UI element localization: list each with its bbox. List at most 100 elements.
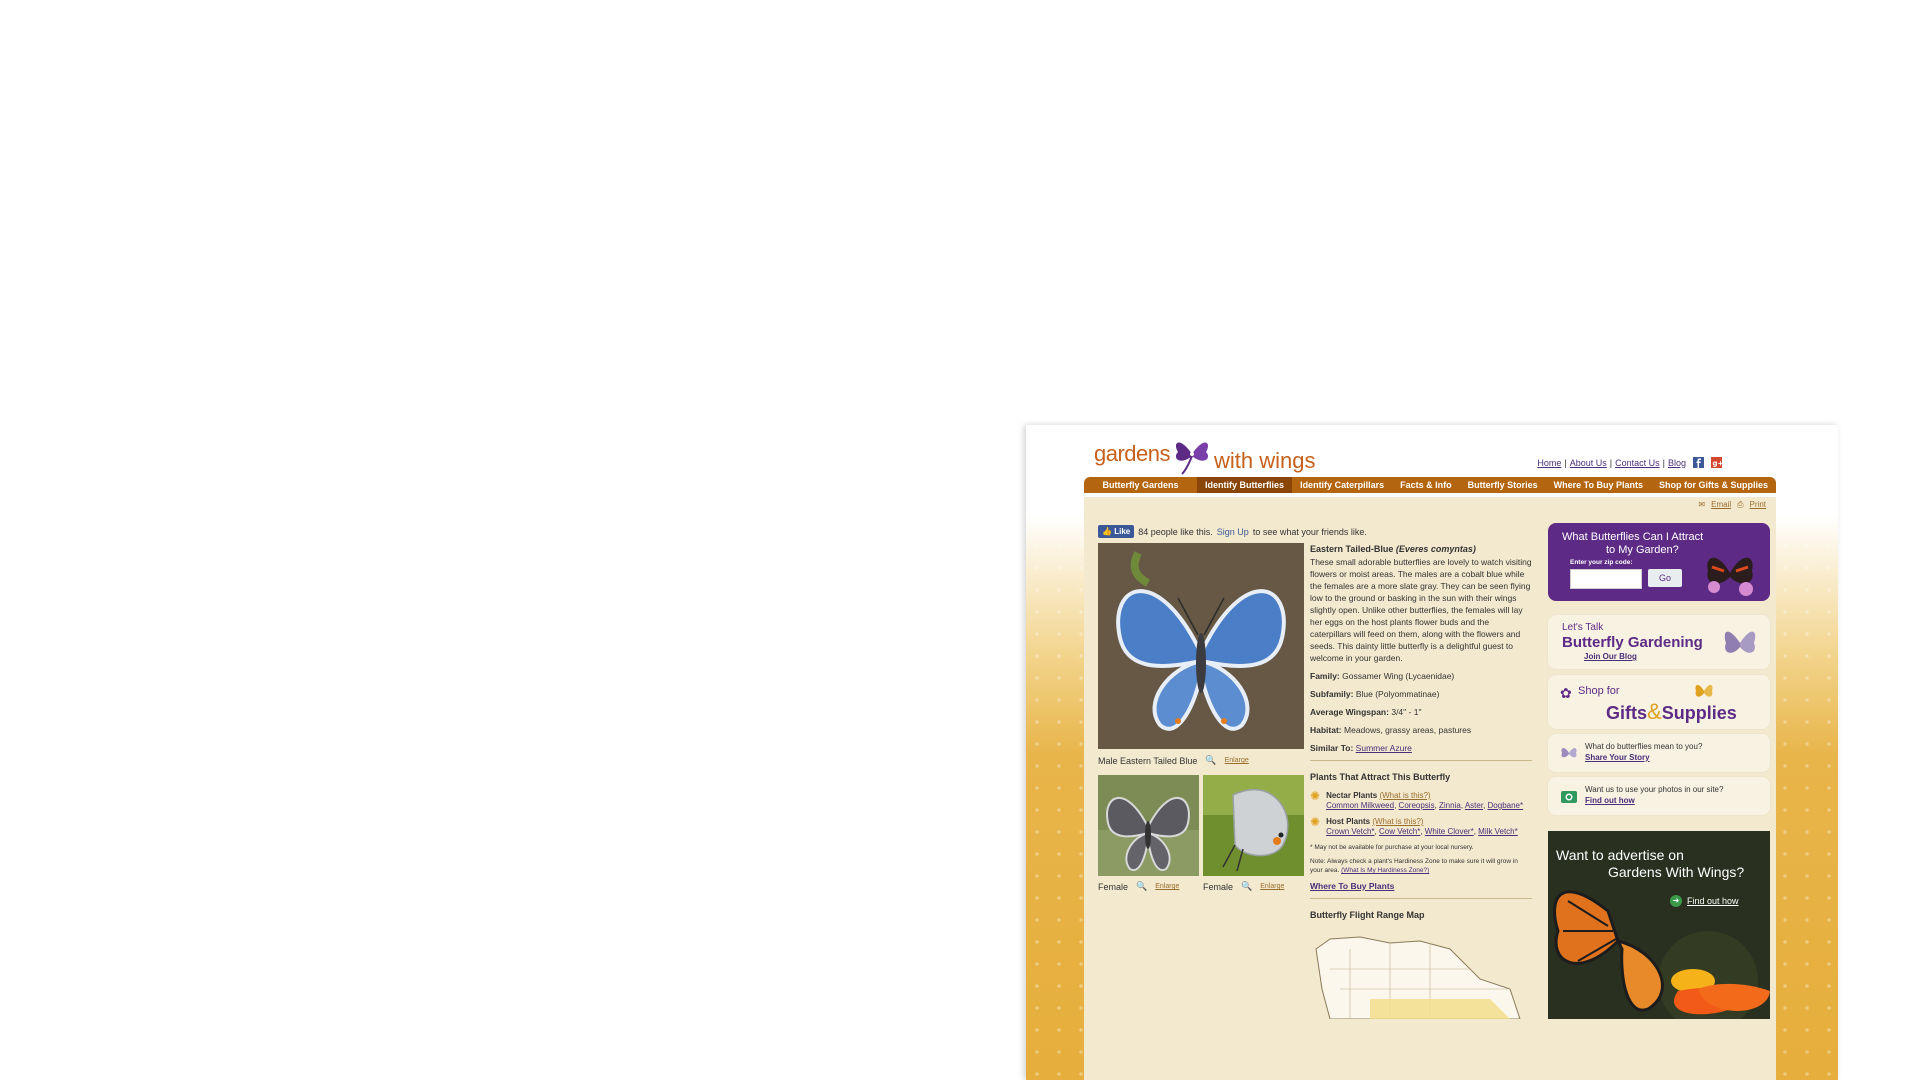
print-link[interactable]: Print — [1750, 500, 1766, 510]
lets-talk-text: Let's Talk — [1562, 622, 1604, 633]
shop-gifts-supplies-box[interactable]: ✿ Shop for Gifts & Supplies — [1548, 675, 1770, 729]
link-contact-us[interactable]: Contact Us — [1615, 458, 1660, 468]
butterfly-title: Eastern Tailed-Blue (Everes comyntas) — [1310, 543, 1532, 555]
host-plants: ✺ Host Plants (What is this?) Crown Vetc… — [1310, 815, 1518, 836]
subfamily-row: Subfamily: Blue (Polyommatinae) — [1310, 689, 1440, 699]
advertise-find-out-link[interactable]: Find out how — [1687, 896, 1739, 906]
map-section-title: Butterfly Flight Range Map — [1310, 910, 1425, 920]
red-admiral-butterfly-icon — [1707, 557, 1753, 596]
main-butterfly-photo[interactable] — [1098, 543, 1304, 749]
logo-text-gardens: gardens — [1094, 441, 1171, 466]
butterfly-gardening-text: Butterfly Gardening — [1562, 634, 1703, 651]
sun-flower-icon: ✺ — [1310, 789, 1321, 803]
nav-butterfly-gardens[interactable]: Butterfly Gardens — [1084, 477, 1197, 493]
similar-row: Similar To: Summer Azure — [1310, 743, 1412, 753]
blue-butterfly-image — [1098, 543, 1304, 749]
main-caption-text: Male Eastern Tailed Blue — [1098, 755, 1198, 766]
email-icon: ✉ — [1698, 500, 1706, 509]
attract-title-line1: What Butterflies Can I Attract — [1562, 531, 1704, 543]
butterfly-small-icon — [1561, 748, 1577, 758]
plant-coreopsis[interactable]: Coreopsis — [1399, 801, 1435, 810]
enlarge-link-main[interactable]: Enlarge — [1225, 757, 1249, 764]
plant-dogbane[interactable]: Dogbane* — [1488, 801, 1524, 810]
plants-section-title: Plants That Attract This Butterfly — [1310, 772, 1451, 782]
main-photo-caption: Male Eastern Tailed Blue 🔍 Enlarge — [1098, 755, 1249, 766]
advertise-banner[interactable]: Want to advertise on Gardens With Wings?… — [1548, 831, 1770, 1019]
similar-link-summer-azure[interactable]: Summer Azure — [1356, 743, 1412, 753]
zip-code-input[interactable] — [1570, 569, 1642, 589]
site-logo[interactable]: gardens with wings — [1094, 430, 1316, 478]
plant-milk-vetch[interactable]: Milk Vetch* — [1478, 827, 1518, 836]
email-link[interactable]: Email — [1711, 500, 1731, 510]
link-home[interactable]: Home — [1537, 458, 1561, 468]
family-row: Family: Gossamer Wing (Lycaenidae) — [1310, 671, 1455, 681]
logo-text-with-wings: with wings — [1214, 448, 1316, 473]
join-blog-link[interactable]: Join Our Blog — [1584, 652, 1637, 661]
butterfly-decoration-icon — [1724, 631, 1756, 653]
nav-identify-butterflies[interactable]: Identify Butterflies — [1197, 477, 1293, 493]
facebook-like-bar: 👍 Like 84 people like this. Sign Up to s… — [1098, 525, 1367, 538]
story-question: What do butterflies mean to you? — [1585, 742, 1703, 751]
butterfly-latin-name: (Everes comyntas) — [1395, 544, 1476, 554]
where-to-buy-plants-link[interactable]: Where To Buy Plants — [1310, 881, 1394, 891]
what-is-this-nectar[interactable]: (What is this?) — [1379, 791, 1430, 800]
enlarge-link-female-1[interactable]: Enlarge — [1155, 883, 1179, 890]
like-suffix: to see what your friends like. — [1252, 526, 1367, 537]
gray-butterfly-image — [1098, 775, 1199, 876]
use-photos-box[interactable]: Want us to use your photos in our site? … — [1548, 777, 1770, 815]
side-view-butterfly-image — [1203, 775, 1304, 876]
divider — [1310, 760, 1532, 761]
plant-crown-vetch[interactable]: Crown Vetch* — [1326, 827, 1374, 836]
flight-range-map[interactable] — [1310, 929, 1532, 1020]
gifts-supplies-title: Gifts & Supplies — [1606, 699, 1737, 725]
butterfly-description-text: These small adorable butterflies are lov… — [1310, 557, 1532, 663]
plant-zinnia[interactable]: Zinnia — [1439, 801, 1461, 810]
utility-links: ✉ Email ⎙ Print — [1698, 500, 1766, 510]
wingspan-row: Average Wingspan: 3/4" - 1" — [1310, 707, 1422, 717]
find-out-how-photos-link[interactable]: Find out how — [1585, 796, 1635, 805]
plant-white-clover[interactable]: White Clover* — [1425, 827, 1474, 836]
hardiness-note: Note: Always check a plant's Hardiness Z… — [1310, 858, 1518, 874]
attract-butterflies-widget: What Butterflies Can I Attract to My Gar… — [1548, 523, 1770, 601]
link-about-us[interactable]: About Us — [1570, 458, 1607, 468]
magnifier-icon: 🔍 — [1205, 755, 1217, 765]
gifts-text: Gifts — [1606, 703, 1648, 723]
svg-text:g+: g+ — [1713, 460, 1723, 468]
shop-for-text: Shop for — [1578, 685, 1620, 697]
link-blog[interactable]: Blog — [1668, 458, 1686, 468]
hardiness-zone-link[interactable]: (What Is My Hardiness Zone?) — [1341, 867, 1429, 874]
nav-where-to-buy-plants[interactable]: Where To Buy Plants — [1546, 477, 1651, 493]
enlarge-link-female-2[interactable]: Enlarge — [1260, 883, 1284, 890]
female-photo-1[interactable] — [1098, 775, 1199, 876]
female-photo-2-caption: Female 🔍 Enlarge — [1203, 881, 1284, 892]
share-story-box[interactable]: What do butterflies mean to you? Share Y… — [1548, 734, 1770, 772]
what-is-this-host[interactable]: (What is this?) — [1372, 817, 1423, 826]
nav-butterfly-stories[interactable]: Butterfly Stories — [1460, 477, 1546, 493]
butterfly-gardening-blog-box[interactable]: Let's Talk Butterfly Gardening Join Our … — [1548, 615, 1770, 669]
advertise-line2: Gardens With Wings? — [1608, 864, 1745, 880]
nav-identify-caterpillars[interactable]: Identify Caterpillars — [1292, 477, 1392, 493]
nav-shop-gifts-supplies[interactable]: Shop for Gifts & Supplies — [1651, 477, 1776, 493]
plant-common-milkweed[interactable]: Common Milkweed — [1326, 801, 1394, 810]
google-plus-icon[interactable]: g+ — [1711, 457, 1722, 468]
go-button[interactable]: Go — [1648, 569, 1682, 587]
share-story-link[interactable]: Share Your Story — [1585, 753, 1650, 762]
main-navigation: Butterfly Gardens Identify Butterflies I… — [1084, 477, 1776, 493]
availability-note: * May not be available for purchase at y… — [1310, 844, 1474, 851]
plant-cow-vetch[interactable]: Cow Vetch* — [1379, 827, 1420, 836]
sun-flower-icon: ✺ — [1310, 815, 1321, 829]
female-photo-1-caption: Female 🔍 Enlarge — [1098, 881, 1179, 892]
plant-aster[interactable]: Aster — [1465, 801, 1483, 810]
butterfly-name: Eastern Tailed-Blue — [1310, 544, 1394, 554]
facebook-like-button[interactable]: 👍 Like — [1098, 525, 1135, 538]
facebook-signup-link[interactable]: Sign Up — [1217, 527, 1249, 537]
nav-facts-info[interactable]: Facts & Info — [1392, 477, 1460, 493]
supplies-text: Supplies — [1661, 703, 1737, 723]
female-photo-2[interactable] — [1203, 775, 1304, 876]
magnifier-icon: 🔍 — [1136, 881, 1148, 891]
facebook-icon[interactable] — [1693, 457, 1704, 468]
attract-title-line2: to My Garden? — [1606, 544, 1679, 556]
camera-icon — [1561, 791, 1577, 803]
habitat-row: Habitat: Meadows, grassy areas, pastures — [1310, 725, 1472, 735]
print-icon: ⎙ — [1737, 500, 1744, 509]
